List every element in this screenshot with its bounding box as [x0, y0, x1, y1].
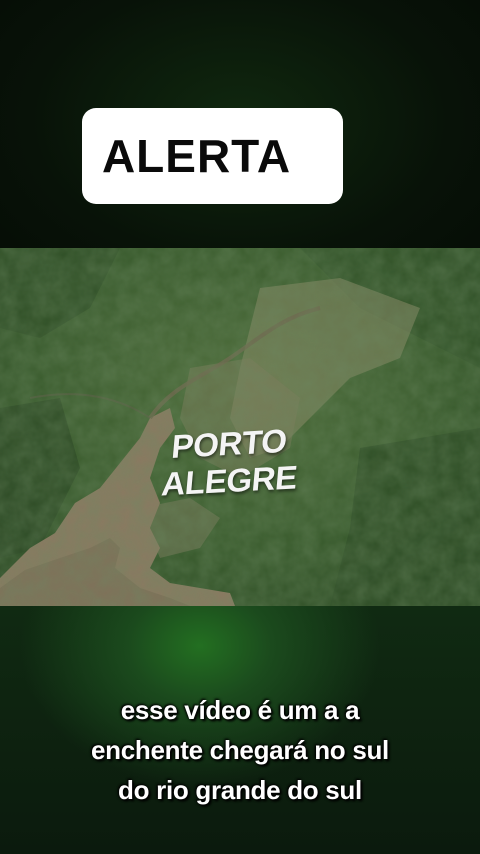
city-label-alegre: ALEGRE	[159, 458, 299, 503]
satellite-map: PORTO ALEGRE	[0, 248, 480, 606]
video-frame[interactable]: ALERTA PORTO ALEGRE esse vídeo é um a a …	[0, 0, 480, 854]
alert-banner-text: ALERTA	[101, 130, 292, 182]
city-label-porto: PORTO	[170, 422, 289, 465]
video-subtitles: esse vídeo é um a a enchente chegará no …	[0, 690, 480, 810]
alert-banner: ALERTA	[82, 108, 343, 204]
subtitle-line-1: esse vídeo é um a a	[120, 695, 360, 725]
subtitle-line-2: enchente chegará no sul	[91, 735, 389, 765]
subtitle-line-3: do rio grande do sul	[118, 775, 362, 805]
